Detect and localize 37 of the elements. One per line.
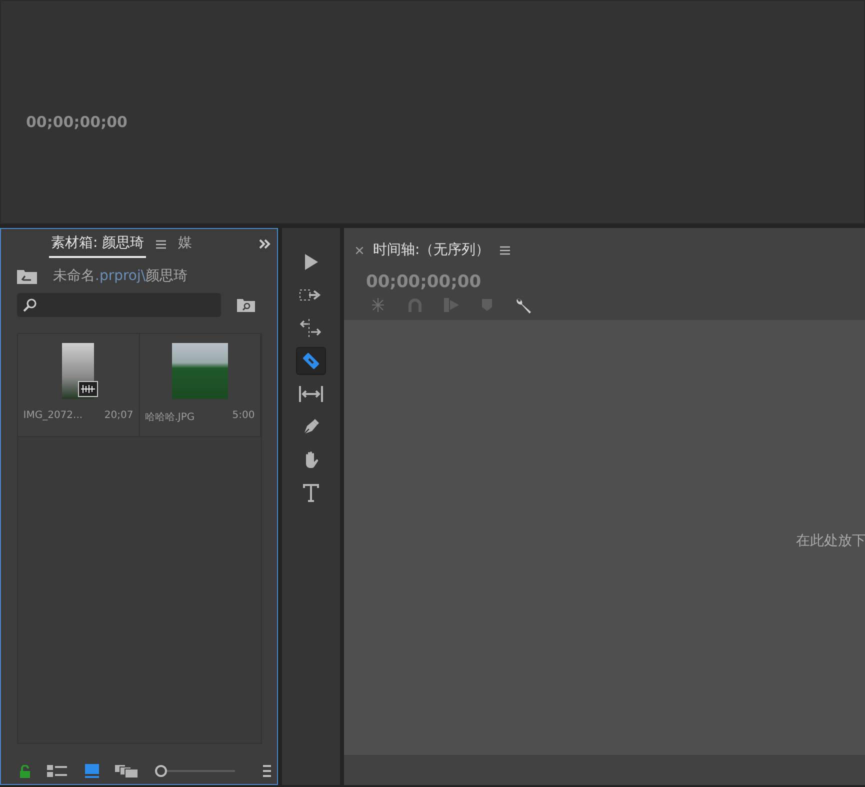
clip-duration: 20;07	[104, 410, 134, 421]
clip-duration: 5:00	[232, 410, 255, 423]
media-item[interactable]: IMG_2072... 20;07	[18, 334, 140, 437]
close-icon[interactable]	[356, 246, 363, 254]
folder-search-icon[interactable]	[237, 298, 255, 312]
search-icon	[23, 298, 37, 312]
list-view-button[interactable]	[47, 764, 69, 778]
slip-icon	[298, 385, 324, 403]
tool-button[interactable]	[296, 347, 326, 375]
zoom-slider[interactable]	[155, 765, 235, 777]
marker-icon[interactable]	[482, 299, 492, 311]
audio-waveform-icon	[78, 381, 98, 397]
type-tool-icon	[302, 483, 320, 503]
timecode: 00;00;00;00	[26, 113, 128, 131]
panel-tab[interactable]: 素材箱: 颜思琦	[49, 230, 146, 258]
timecode: 00;00;00;00	[365, 271, 482, 292]
clip-name: IMG_2072...	[23, 410, 83, 421]
freeform-view-button[interactable]	[115, 764, 139, 778]
chevrons-icon[interactable]	[259, 239, 271, 249]
pen-nib-icon	[301, 417, 321, 437]
ripple-edit-icon	[299, 318, 323, 338]
panel-title: 时间轴:（无序列）	[373, 241, 490, 259]
icon-view-button[interactable]	[85, 764, 99, 778]
photo-placeholder	[172, 343, 228, 399]
arrow-pointer-icon	[303, 253, 319, 271]
bin-path: 未命名.prproj\颜思琦	[53, 267, 188, 285]
menu-icon[interactable]	[263, 764, 271, 778]
menu-icon[interactable]	[156, 240, 166, 248]
slider-thumb[interactable]	[155, 765, 167, 777]
panel-tab[interactable]: 媒	[176, 230, 194, 258]
menu-icon[interactable]	[500, 246, 510, 254]
search-field[interactable]	[17, 293, 221, 317]
unlocked-padlock-icon[interactable]	[19, 764, 31, 778]
media-item[interactable]: 哈哈哈.JPG 5:00	[140, 334, 261, 437]
track-select-icon	[299, 287, 323, 303]
folder-up-icon[interactable]	[17, 268, 37, 284]
clip-name: 哈哈哈.JPG	[144, 411, 195, 424]
